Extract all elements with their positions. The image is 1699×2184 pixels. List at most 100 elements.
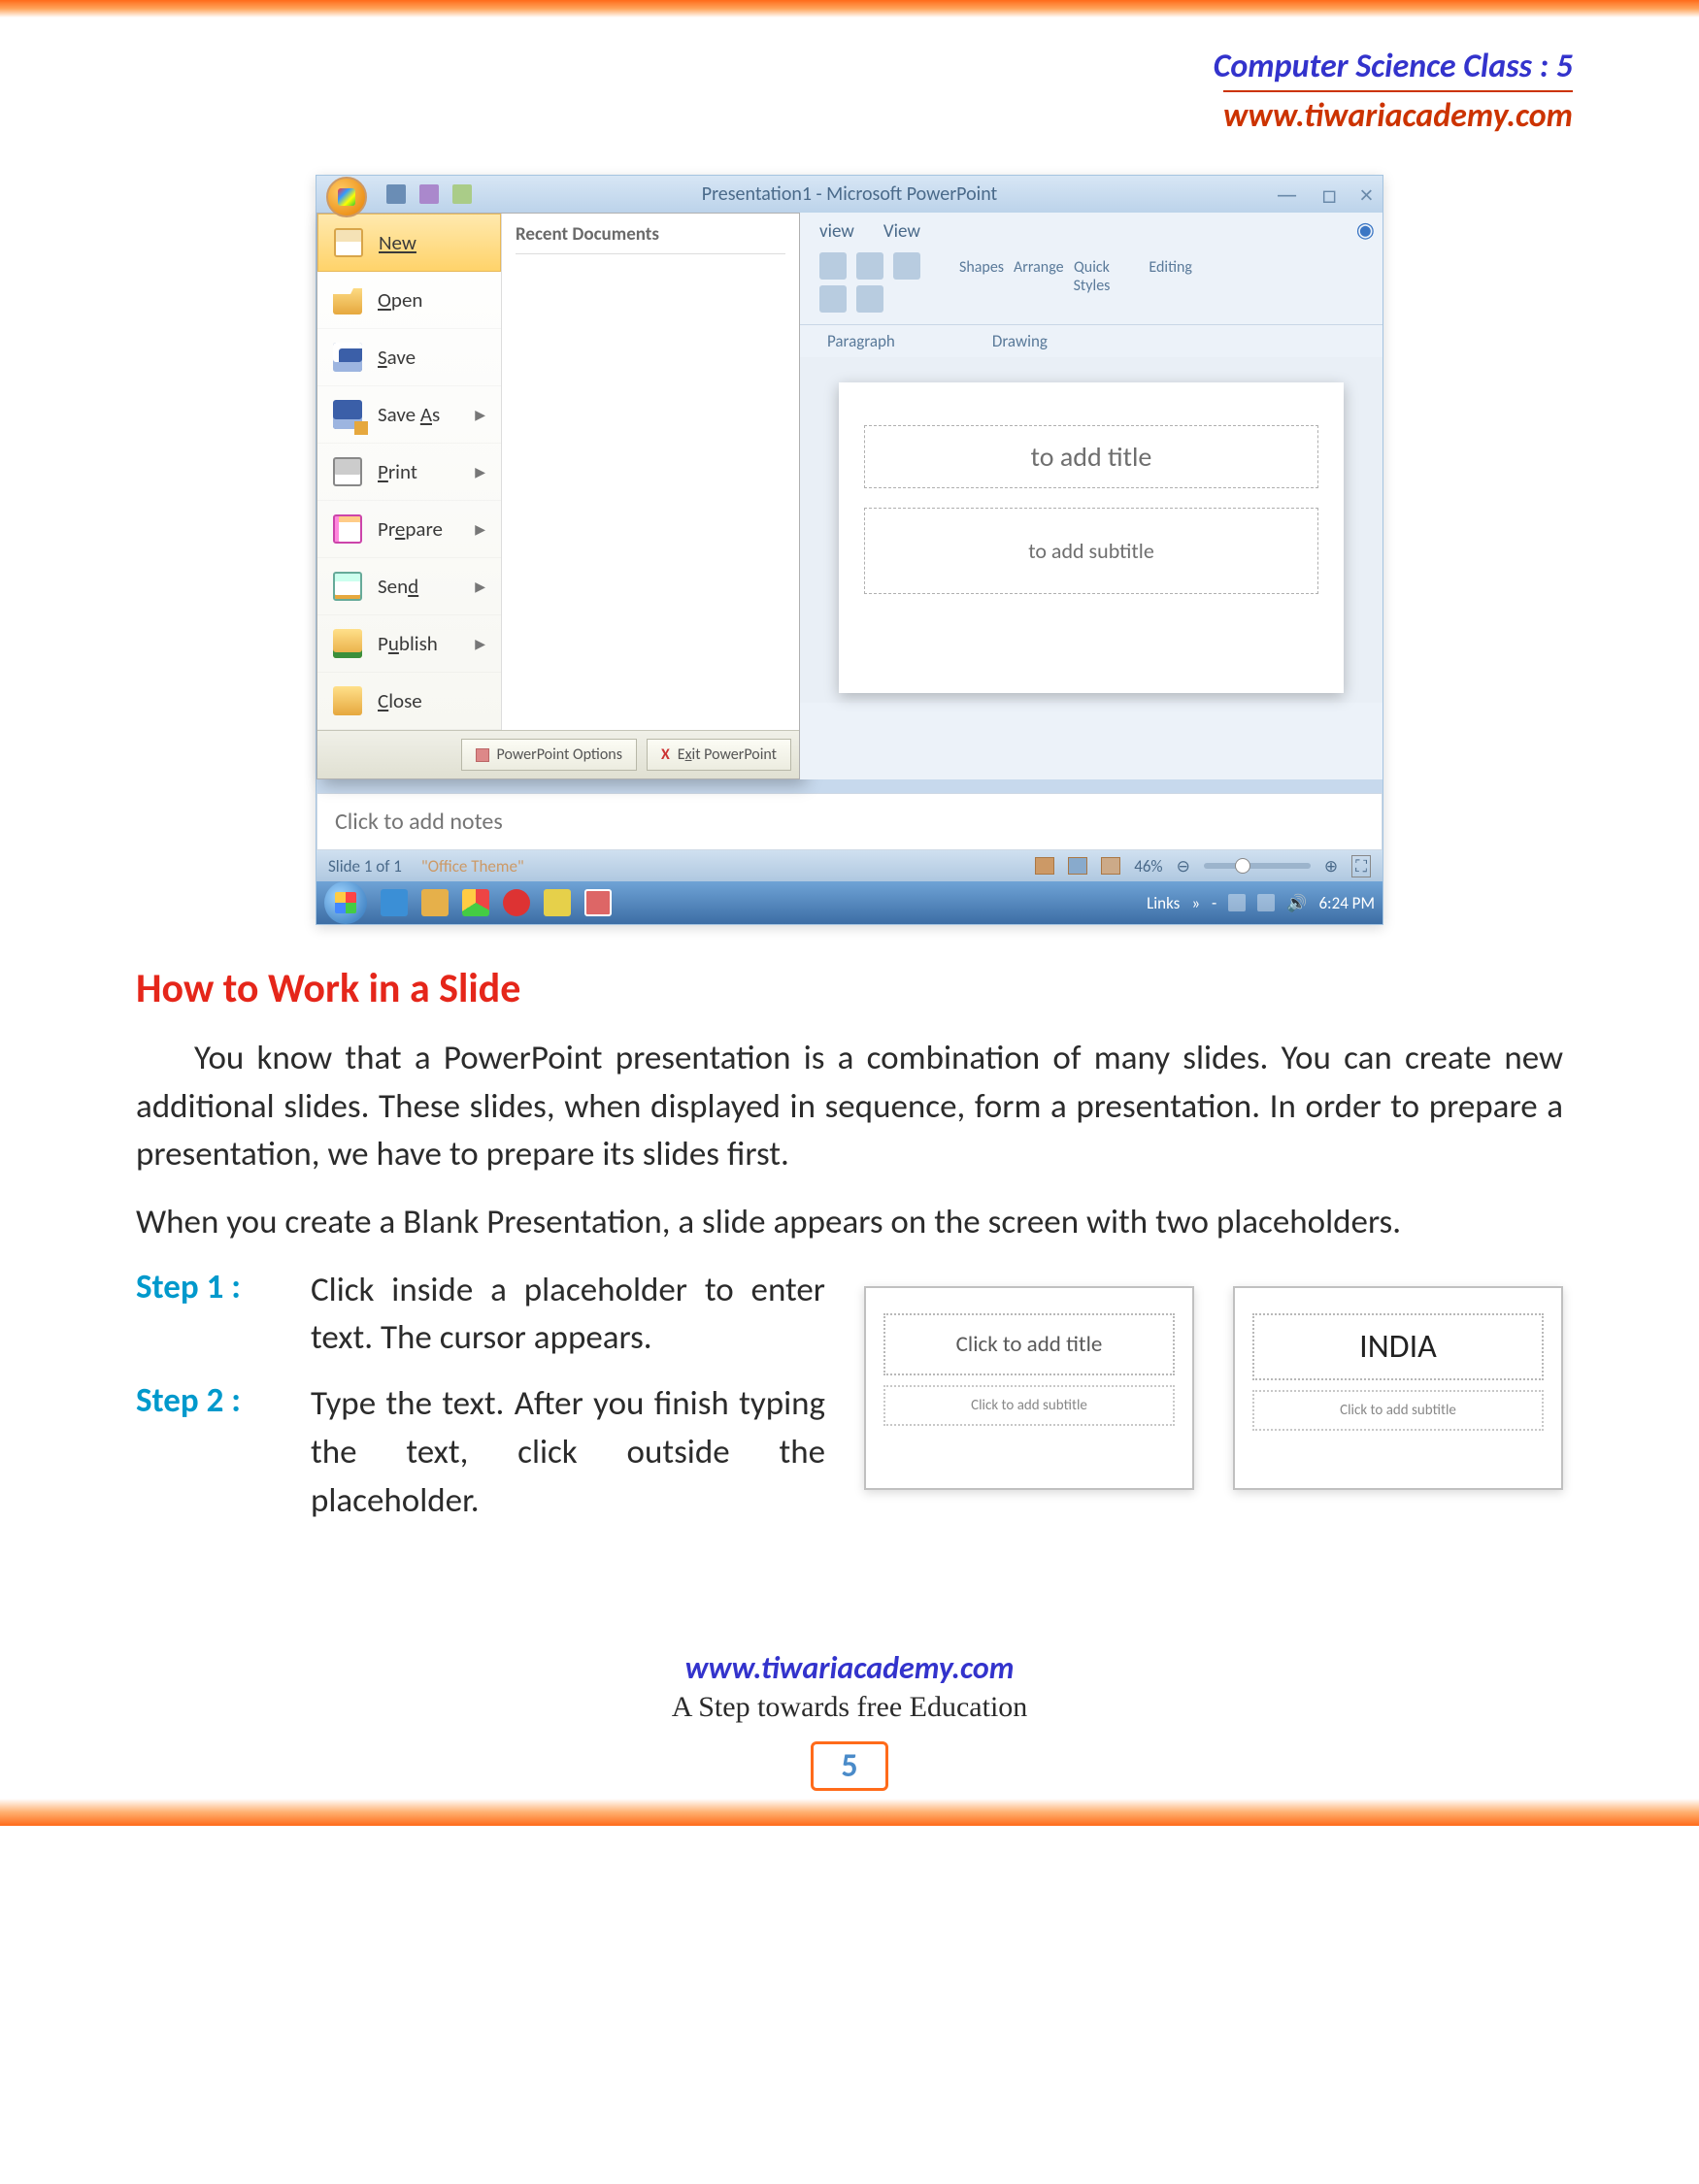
help-icon[interactable]: ◉ xyxy=(1356,216,1375,243)
start-button-icon[interactable] xyxy=(324,881,367,924)
align-center-icon[interactable] xyxy=(856,285,883,313)
menu-prepare[interactable]: Prepare▶ xyxy=(317,501,501,558)
status-bar: Slide 1 of 1 "Office Theme" 46% ⊖ ⊕ ⛶ xyxy=(316,850,1383,881)
page-number: 5 xyxy=(811,1741,888,1791)
app2-icon[interactable] xyxy=(544,889,571,916)
undo-icon[interactable] xyxy=(419,184,439,204)
tab-view[interactable]: View xyxy=(883,220,920,243)
menu-new[interactable]: New xyxy=(317,214,501,272)
minimize-icon[interactable]: — xyxy=(1276,179,1299,210)
step-2: Step 2 : Type the text. After you finish… xyxy=(136,1380,825,1525)
clock: 6:24 PM xyxy=(1318,893,1375,913)
top-gradient-bar xyxy=(0,0,1699,17)
close-icon[interactable]: × xyxy=(1360,179,1373,210)
app-icon[interactable] xyxy=(503,889,530,916)
menu-send[interactable]: Send▶ xyxy=(317,558,501,615)
mini-title-placeholder: Click to add title xyxy=(883,1313,1175,1375)
document-body: How to Work in a Slide You know that a P… xyxy=(0,964,1699,1542)
page-header: Computer Science Class : 5 www.tiwariaca… xyxy=(0,17,1699,146)
mini-slide-examples: Click to add title Click to add subtitle… xyxy=(864,1267,1563,1490)
save-icon xyxy=(333,343,362,372)
volume-icon[interactable]: 🔊 xyxy=(1286,893,1307,913)
paragraph-1: You know that a PowerPoint presentation … xyxy=(136,1035,1563,1179)
open-icon xyxy=(333,285,362,314)
save-icon[interactable] xyxy=(386,184,406,204)
links-label[interactable]: Links xyxy=(1147,893,1180,913)
folder-icon[interactable] xyxy=(421,889,449,916)
close-folder-icon xyxy=(333,686,362,715)
slide-canvas[interactable]: to add title to add subtitle xyxy=(839,382,1344,693)
menu-close[interactable]: Close xyxy=(317,673,501,730)
notes-pane[interactable]: Click to add notes xyxy=(316,793,1383,850)
drawing-label: Drawing xyxy=(992,331,1048,351)
prepare-icon xyxy=(333,514,362,544)
powerpoint-task-icon[interactable] xyxy=(584,889,612,916)
exit-powerpoint-button[interactable]: XExit PowerPoint xyxy=(647,739,791,771)
section-heading: How to Work in a Slide xyxy=(136,964,1563,1013)
tray-icon[interactable] xyxy=(1228,894,1246,911)
tab-review[interactable]: view xyxy=(819,220,854,243)
powerpoint-screenshot: Presentation1 - Microsoft PowerPoint — □… xyxy=(316,175,1383,925)
send-icon xyxy=(333,572,362,601)
menu-saveas[interactable]: Save As▶ xyxy=(317,386,501,444)
recent-documents-panel: Recent Documents xyxy=(502,214,799,730)
mini-title-filled: INDIA xyxy=(1252,1313,1544,1380)
footer-url: www.tiwariacademy.com xyxy=(0,1649,1699,1687)
office-button-icon[interactable] xyxy=(326,177,367,217)
title-placeholder[interactable]: to add title xyxy=(864,425,1318,488)
chevron-right-icon: ▶ xyxy=(475,464,485,480)
zoom-out-icon[interactable]: ⊖ xyxy=(1177,856,1190,877)
mini-subtitle-placeholder: Click to add subtitle xyxy=(883,1385,1175,1426)
fit-icon[interactable]: ⛶ xyxy=(1351,855,1371,877)
slide-counter: Slide 1 of 1 xyxy=(328,856,402,877)
footer-tagline: A Step towards free Education xyxy=(0,1691,1699,1724)
align-icon[interactable] xyxy=(893,252,920,280)
normal-view-icon[interactable] xyxy=(1035,857,1054,875)
powerpoint-options-button[interactable]: PowerPoint Options xyxy=(461,739,637,771)
slide-editor-area: to add title to add subtitle xyxy=(800,357,1383,703)
chrome-icon[interactable] xyxy=(462,889,489,916)
new-icon xyxy=(334,228,363,257)
recent-documents-header: Recent Documents xyxy=(516,223,785,254)
step-label: Step 1 : xyxy=(136,1267,311,1363)
step-1: Step 1 : Click inside a placeholder to e… xyxy=(136,1267,825,1363)
step-text: Type the text. After you finish typing t… xyxy=(311,1380,825,1525)
options-icon xyxy=(476,748,489,762)
menu-open[interactable]: Open xyxy=(317,272,501,329)
office-menu-left: New Open Save Save As▶ Print▶ Prepare▶ S… xyxy=(317,214,502,730)
steps-list: Step 1 : Click inside a placeholder to e… xyxy=(136,1267,825,1542)
list-icon[interactable] xyxy=(819,252,847,280)
menu-save[interactable]: Save xyxy=(317,329,501,386)
zoom-slider[interactable] xyxy=(1204,863,1311,869)
quick-access-toolbar xyxy=(386,184,472,204)
drawing-group: Shapes Arrange QuickStyles xyxy=(959,252,1110,301)
publish-icon xyxy=(333,629,362,658)
maximize-icon[interactable]: □ xyxy=(1321,179,1337,210)
zoom-in-icon[interactable]: ⊕ xyxy=(1324,856,1338,877)
step-label: Step 2 : xyxy=(136,1380,311,1525)
sorter-view-icon[interactable] xyxy=(1068,857,1087,875)
slideshow-view-icon[interactable] xyxy=(1101,857,1120,875)
window-title: Presentation1 - Microsoft PowerPoint xyxy=(702,182,998,206)
chevron-right-icon: ▶ xyxy=(475,407,485,423)
paragraph-label: Paragraph xyxy=(827,331,895,351)
subtitle-placeholder[interactable]: to add subtitle xyxy=(864,508,1318,594)
page-footer: www.tiwariacademy.com A Step towards fre… xyxy=(0,1649,1699,1820)
editing-group: Editing xyxy=(1149,252,1192,277)
menu-print[interactable]: Print▶ xyxy=(317,444,501,501)
chevron-right-icon: ▶ xyxy=(475,636,485,652)
header-url: www.tiwariacademy.com xyxy=(1223,90,1573,136)
bottom-gradient-bar xyxy=(0,1799,1699,1826)
redo-icon[interactable] xyxy=(452,184,472,204)
links-chevron-icon[interactable]: » xyxy=(1191,893,1200,913)
menu-publish[interactable]: Publish▶ xyxy=(317,615,501,673)
indent-icon[interactable] xyxy=(856,252,883,280)
print-icon xyxy=(333,457,362,486)
exit-x-icon: X xyxy=(661,745,670,764)
align-left-icon[interactable] xyxy=(819,285,847,313)
pp-title-bar: Presentation1 - Microsoft PowerPoint — □… xyxy=(316,176,1383,213)
theme-name: "Office Theme" xyxy=(421,856,524,877)
ie-icon[interactable] xyxy=(381,889,408,916)
tray-icon[interactable] xyxy=(1257,894,1275,911)
paragraph-2: When you create a Blank Presentation, a … xyxy=(136,1199,1563,1247)
